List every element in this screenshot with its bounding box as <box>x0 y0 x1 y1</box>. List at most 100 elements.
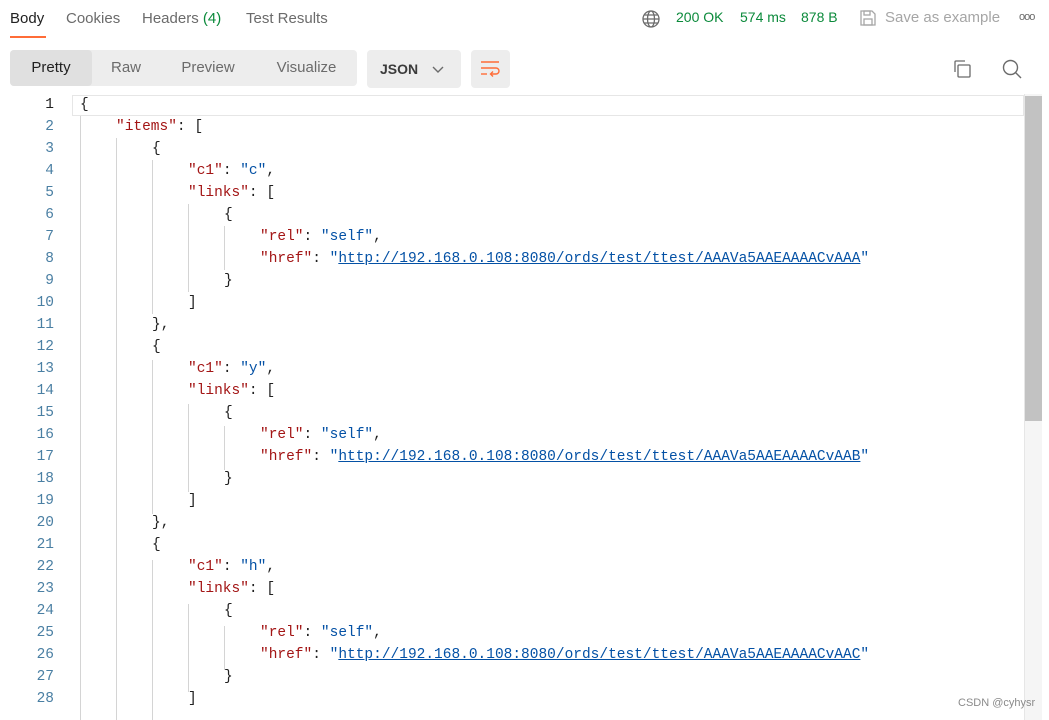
indent-guide <box>224 426 225 470</box>
indent-guide <box>152 560 153 720</box>
code-line: "href": "http://192.168.0.108:8080/ords/… <box>260 647 870 663</box>
code-line: "rel": "self", <box>260 427 382 443</box>
json-key: "c1" <box>188 163 223 179</box>
line-number: 26 <box>36 647 54 663</box>
json-string: "c" <box>240 163 267 179</box>
indent-guide <box>188 604 189 692</box>
watermark: CSDN @cyhysr <box>958 697 1036 709</box>
line-number: 3 <box>45 141 54 157</box>
json-key: "links" <box>188 581 249 597</box>
wrap-lines-icon <box>480 59 501 84</box>
line-number: 6 <box>45 207 54 223</box>
json-string: "h" <box>240 559 267 575</box>
line-number: 9 <box>45 273 54 289</box>
json-key: "rel" <box>260 229 304 245</box>
line-number: 1 <box>45 97 54 113</box>
globe-icon[interactable] <box>641 9 661 34</box>
line-number: 7 <box>45 229 54 245</box>
code-line: ] <box>188 691 197 707</box>
line-number: 20 <box>36 515 54 531</box>
save-icon <box>859 9 877 32</box>
code-line: ] <box>188 295 197 311</box>
json-key: "href" <box>260 251 313 267</box>
view-raw-button[interactable]: Raw <box>92 50 160 86</box>
code-line: "links": [ <box>188 581 276 597</box>
line-number: 8 <box>45 251 54 267</box>
line-number: 24 <box>36 603 54 619</box>
line-number: 14 <box>36 383 54 399</box>
line-number: 19 <box>36 493 54 509</box>
code-line: "href": "http://192.168.0.108:8080/ords/… <box>260 449 870 465</box>
code-line: "items": [ <box>116 119 204 135</box>
code-line: "c1": "h", <box>188 559 276 575</box>
json-key: "links" <box>188 185 249 201</box>
line-number: 22 <box>36 559 54 575</box>
view-preview-button[interactable]: Preview <box>160 50 256 86</box>
json-key: "rel" <box>260 427 304 443</box>
scrollbar-thumb[interactable] <box>1025 96 1042 421</box>
line-number: 17 <box>36 449 54 465</box>
response-body-editor[interactable]: 1 2 3 4 5 6 7 8 9 10 11 12 13 14 15 16 17 18 19 20 21 22 23 24 2… <box>0 94 1049 720</box>
code-line: "links": [ <box>188 185 276 201</box>
status-code[interactable]: 200 OK <box>676 9 723 25</box>
active-tab-indicator <box>10 36 46 38</box>
response-tab-bar: Body Cookies Headers (4) Test Results 20… <box>0 0 1049 40</box>
tab-test-results[interactable]: Test Results <box>246 10 328 27</box>
code-line: "c1": "c", <box>188 163 276 179</box>
json-key: "href" <box>260 647 313 663</box>
indent-guide <box>188 404 189 492</box>
tab-headers[interactable]: Headers (4) <box>142 10 221 27</box>
code-line: { <box>224 405 233 421</box>
json-string: "self" <box>320 229 374 245</box>
code-line: { <box>80 97 89 113</box>
format-select-value: JSON <box>380 61 419 77</box>
line-number: 12 <box>36 339 54 355</box>
json-key: "items" <box>116 119 177 135</box>
view-mode-segmented-control: Pretty Raw Preview Visualize <box>10 50 357 86</box>
tab-cookies[interactable]: Cookies <box>66 10 120 27</box>
view-visualize-button[interactable]: Visualize <box>256 50 357 86</box>
line-number: 16 <box>36 427 54 443</box>
response-size[interactable]: 878 B <box>801 9 838 25</box>
json-string: "self" <box>320 427 374 443</box>
more-icon[interactable]: ooo <box>1019 11 1035 23</box>
code-line: "rel": "self", <box>260 229 382 245</box>
line-number: 21 <box>36 537 54 553</box>
code-line: }, <box>152 317 170 333</box>
json-key: "c1" <box>188 361 223 377</box>
line-number: 5 <box>45 185 54 201</box>
copy-icon[interactable] <box>952 59 972 84</box>
indent-guide <box>80 116 81 720</box>
json-key: "href" <box>260 449 313 465</box>
code-line: } <box>224 273 233 289</box>
save-as-example-button[interactable]: Save as example <box>885 9 1000 26</box>
href-link[interactable]: http://192.168.0.108:8080/ords/test/ttes… <box>338 449 860 465</box>
chevron-down-icon <box>431 62 445 79</box>
json-string: "y" <box>240 361 267 377</box>
code-line: { <box>224 603 233 619</box>
href-link[interactable]: http://192.168.0.108:8080/ords/test/ttes… <box>338 251 860 267</box>
view-pretty-button[interactable]: Pretty <box>10 50 92 86</box>
code-line: "c1": "y", <box>188 361 276 377</box>
response-time[interactable]: 574 ms <box>740 9 786 25</box>
format-select[interactable]: JSON <box>367 50 461 88</box>
tab-body[interactable]: Body <box>10 10 44 27</box>
wrap-lines-button[interactable] <box>471 50 510 88</box>
line-number: 23 <box>36 581 54 597</box>
line-number: 4 <box>45 163 54 179</box>
tab-headers-label: Headers <box>142 10 199 27</box>
href-link[interactable]: http://192.168.0.108:8080/ords/test/ttes… <box>338 647 860 663</box>
active-line-highlight <box>72 95 1024 116</box>
indent-guide <box>188 204 189 292</box>
code-line: } <box>224 471 233 487</box>
code-line: { <box>152 141 161 157</box>
search-icon[interactable] <box>1001 58 1023 85</box>
line-number: 2 <box>45 119 54 135</box>
code-line: { <box>152 339 161 355</box>
line-number: 10 <box>36 295 54 311</box>
indent-guide <box>152 360 153 514</box>
json-key: "rel" <box>260 625 304 641</box>
code-line: { <box>224 207 233 223</box>
json-key: "c1" <box>188 559 223 575</box>
line-number: 27 <box>36 669 54 685</box>
